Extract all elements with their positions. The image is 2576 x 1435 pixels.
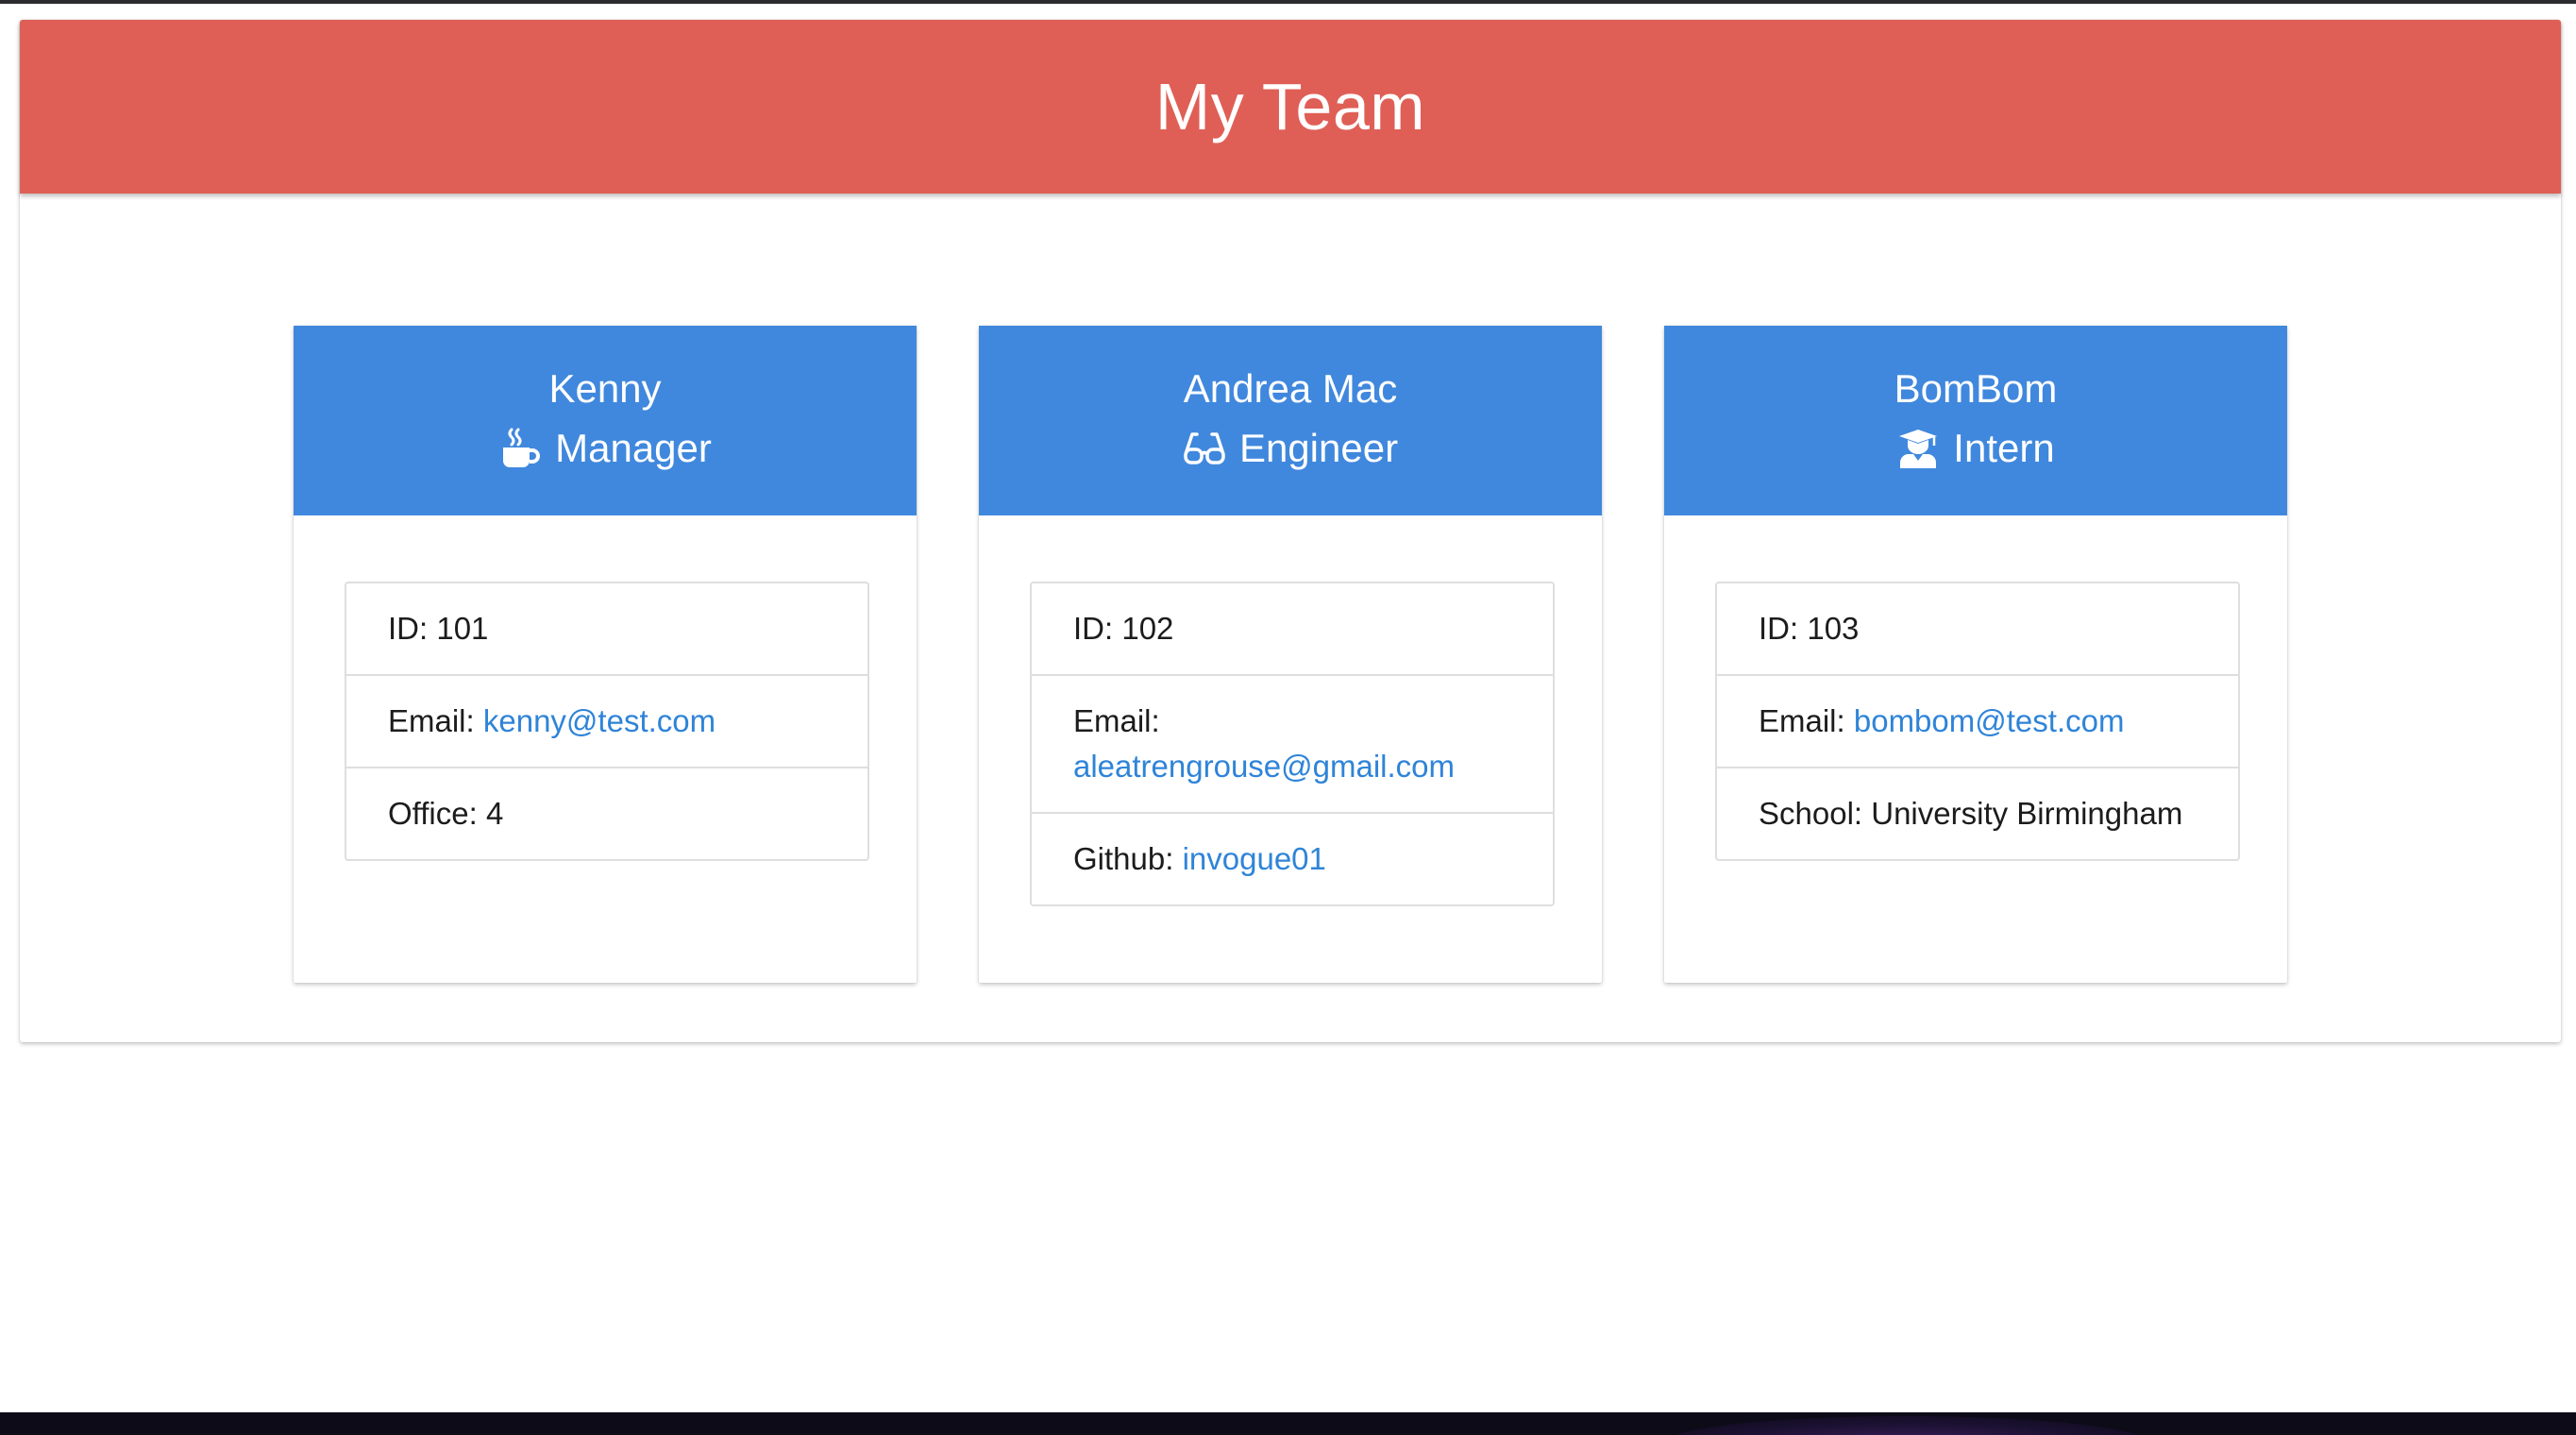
employee-details-list: ID: 101 Email: kenny@test.com Office: 4 <box>345 582 869 861</box>
email-link[interactable]: kenny@test.com <box>483 703 716 738</box>
glasses-icon <box>1183 427 1226 470</box>
detail-email: Email: kenny@test.com <box>346 674 867 767</box>
id-label: ID: <box>1759 611 1799 646</box>
school-label: School: <box>1759 796 1863 831</box>
email-link[interactable]: aleatrengrouse@gmail.com <box>1073 749 1455 784</box>
email-label: Email: <box>1073 703 1160 738</box>
desktop-background-edge <box>0 1412 2576 1435</box>
role-label: Manager <box>555 426 712 470</box>
detail-id: ID: 101 <box>346 583 867 674</box>
detail-github: Github: invogue01 <box>1032 812 1553 904</box>
detail-id: ID: 103 <box>1717 583 2238 674</box>
id-value: 103 <box>1807 611 1860 646</box>
employee-name: BomBom <box>1894 366 2058 411</box>
id-label: ID: <box>388 611 429 646</box>
office-label: Office: <box>388 796 478 831</box>
employee-name: Kenny <box>548 366 662 411</box>
detail-office: Office: 4 <box>346 767 867 859</box>
detail-email: Email: aleatrengrouse@gmail.com <box>1032 674 1553 812</box>
employee-card-engineer: Andrea Mac Engineer ID: 102 Email: aleat… <box>979 326 1602 983</box>
office-value: 4 <box>485 796 504 831</box>
employee-name: Andrea Mac <box>1183 366 1398 411</box>
graduate-icon <box>1896 427 1940 470</box>
screen: My Team Kenny Manager ID: 101 Email: ken… <box>0 0 2576 1435</box>
email-label: Email: <box>388 703 475 738</box>
card-header: BomBom Intern <box>1664 326 2287 515</box>
github-label: Github: <box>1073 841 1174 876</box>
school-value: University Birmingham <box>1871 796 2183 831</box>
wallpaper-glow <box>1661 1416 2152 1435</box>
employee-role: Engineer <box>979 425 1602 472</box>
detail-id: ID: 102 <box>1032 583 1553 674</box>
window-top-edge <box>0 0 2576 4</box>
page-header: My Team <box>20 20 2561 194</box>
card-header: Kenny Manager <box>294 326 917 515</box>
card-header: Andrea Mac Engineer <box>979 326 1602 515</box>
email-link[interactable]: bombom@test.com <box>1854 703 2125 738</box>
github-link[interactable]: invogue01 <box>1183 841 1326 876</box>
role-label: Engineer <box>1238 426 1399 470</box>
employee-details-list: ID: 102 Email: aleatrengrouse@gmail.com … <box>1030 582 1555 906</box>
id-value: 101 <box>436 611 489 646</box>
employee-card-manager: Kenny Manager ID: 101 Email: kenny@test.… <box>294 326 917 983</box>
detail-email: Email: bombom@test.com <box>1717 674 2238 767</box>
role-label: Intern <box>1953 426 2055 470</box>
detail-school: School: University Birmingham <box>1717 767 2238 859</box>
id-value: 102 <box>1121 611 1174 646</box>
email-label: Email: <box>1759 703 1845 738</box>
id-label: ID: <box>1073 611 1114 646</box>
team-page-container: My Team Kenny Manager ID: 101 Email: ken… <box>20 20 2561 1042</box>
employee-role: Manager <box>294 425 917 472</box>
coffee-mug-icon <box>498 427 542 470</box>
employee-card-intern: BomBom Intern ID: 103 Email: bombom@test… <box>1664 326 2287 983</box>
employee-details-list: ID: 103 Email: bombom@test.com School: U… <box>1715 582 2240 861</box>
employee-role: Intern <box>1664 425 2287 472</box>
page-title: My Team <box>1154 70 1426 144</box>
